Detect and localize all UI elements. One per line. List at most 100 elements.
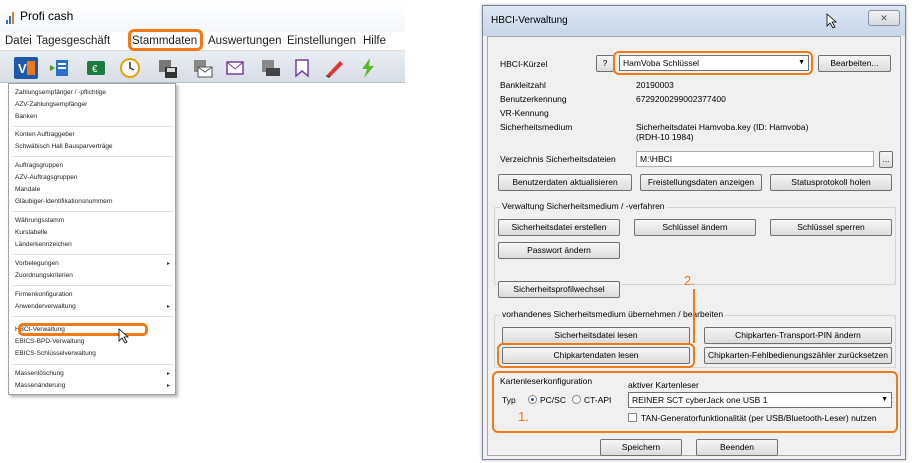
dropdown-separator	[13, 211, 173, 212]
schluessel-sperren-button[interactable]: Schlüssel sperren	[770, 219, 892, 236]
save-disk-icon[interactable]	[155, 57, 179, 79]
uebernehmen-group-title: vorhandenes Sicherheitsmedium übernehmen…	[500, 309, 726, 319]
mail-icon[interactable]	[190, 57, 214, 79]
ctapi-radio[interactable]	[572, 395, 581, 404]
dropdown-item-konten[interactable]: Konten Auftraggeber	[15, 131, 75, 138]
dropdown-item-massenloeschung[interactable]: Massenlöschung	[15, 370, 64, 377]
bankleitzahl-label: Bankleitzahl	[500, 80, 546, 90]
kuerzel-label: HBCI-Kürzel	[500, 59, 548, 69]
bankleitzahl-value: 20190003	[636, 80, 674, 90]
submenu-arrow-icon: ▸	[166, 304, 170, 310]
submenu-arrow-icon: ▸	[166, 371, 170, 377]
dropdown-item-anwenderverwaltung[interactable]: Anwenderverwaltung	[15, 303, 76, 310]
step-2-label: 2.	[684, 273, 695, 288]
menu-einstellungen[interactable]: Einstellungen	[287, 35, 356, 47]
dropdown-item-azv-empfaenger[interactable]: AZV-Zahlungsempfänger	[15, 101, 87, 108]
benutzerkennung-label: Benutzerkennung	[500, 94, 567, 104]
dropdown-separator	[13, 156, 173, 157]
vr-bank-icon[interactable]: V	[14, 57, 38, 79]
dropdown-item-glaeubiger[interactable]: Gläubiger-Identifikationsnummern	[15, 198, 113, 205]
vr-kennung-label: VR-Kennung	[500, 108, 549, 118]
bearbeiten-button[interactable]: Bearbeiten...	[818, 55, 891, 72]
chevron-down-icon: ▼	[881, 396, 888, 403]
dropdown-item-kurstabelle[interactable]: Kurstabelle	[15, 229, 48, 236]
hbci-verwaltung-dialog: HBCI-Verwaltung ✕ HBCI-Kürzel ? HamVoba …	[482, 5, 906, 460]
submenu-arrow-icon: ▸	[166, 261, 170, 267]
stammdaten-highlight	[128, 29, 203, 51]
menu-auswertungen[interactable]: Auswertungen	[208, 35, 282, 47]
verwaltung-group-title: Verwaltung Sicherheitsmedium / -verfahre…	[500, 201, 667, 211]
step-2-connector	[693, 289, 695, 343]
edit-pen-icon[interactable]	[322, 57, 346, 79]
menu-hilfe[interactable]: Hilfe	[363, 35, 386, 47]
benutzerdaten-button[interactable]: Benutzerdaten aktualisieren	[498, 174, 632, 191]
print-icon[interactable]	[258, 57, 282, 79]
app-title-bar: Profi cash	[0, 0, 405, 32]
mouse-cursor-icon	[826, 13, 838, 29]
dropdown-item-auftragsgruppen[interactable]: Auftragsgruppen	[15, 162, 63, 169]
beenden-button[interactable]: Beenden	[696, 439, 778, 456]
close-button[interactable]: ✕	[868, 10, 900, 26]
dropdown-item-mandate[interactable]: Mandate	[15, 186, 40, 193]
dropdown-item-azv-auftragsgruppen[interactable]: AZV-Auftragsgruppen	[15, 174, 78, 181]
sicherheitsprofilwechsel-button[interactable]: Sicherheitsprofilwechsel	[498, 281, 620, 298]
verzeichnis-field[interactable]: M:\HBCI	[636, 151, 874, 167]
pcsc-radio[interactable]	[528, 395, 537, 404]
kuerzel-highlight	[613, 51, 813, 75]
ctapi-label: CT-API	[584, 395, 612, 405]
freistellungsdaten-button[interactable]: Freistellungsdaten anzeigen	[640, 174, 762, 191]
typ-label: Typ	[502, 395, 516, 405]
dropdown-item-waehrung[interactable]: Währungsstamm	[15, 217, 64, 224]
clock-icon[interactable]	[118, 57, 142, 79]
dialog-title: HBCI-Verwaltung	[491, 15, 568, 26]
tan-generator-checkbox[interactable]	[628, 413, 637, 422]
dropdown-item-laenderkennzeichen[interactable]: Länderkennzeichen	[15, 241, 72, 248]
pcsc-label: PC/SC	[540, 395, 566, 405]
euro-icon[interactable]: €	[84, 57, 108, 79]
mouse-cursor-icon	[118, 328, 130, 344]
dropdown-item-massenaenderung[interactable]: Massenänderung	[15, 382, 65, 389]
flash-icon[interactable]	[356, 57, 380, 79]
envelope-icon[interactable]	[224, 57, 248, 79]
fehlbedienungszaehler-button[interactable]: Chipkarten-Fehlbedienungszähler zurückse…	[704, 347, 892, 364]
svg-text:V: V	[18, 61, 27, 76]
chipkartendaten-highlight	[497, 343, 695, 368]
aktiver-kartenleser-label: aktiver Kartenleser	[628, 380, 699, 390]
menu-datei[interactable]: Datei	[5, 35, 32, 47]
transport-pin-button[interactable]: Chipkarten-Transport-PIN ändern	[704, 327, 892, 344]
submenu-arrow-icon: ▸	[166, 383, 170, 389]
passwort-aendern-button[interactable]: Passwort ändern	[498, 242, 620, 259]
dropdown-item-firmenkonfiguration[interactable]: Firmenkonfiguration	[15, 291, 72, 298]
sicherheitsmedium-value-line2: (RDH-10 1984)	[636, 132, 694, 142]
dropdown-item-banken[interactable]: Banken	[15, 113, 37, 120]
dropdown-item-ebics-bpd[interactable]: EBICS-BPD-Verwaltung	[15, 338, 84, 345]
schluessel-aendern-button[interactable]: Schlüssel ändern	[634, 219, 756, 236]
browse-button[interactable]: ...	[879, 151, 893, 168]
transfer-icon[interactable]	[50, 57, 74, 79]
step-1-label: 1.	[518, 409, 529, 424]
help-button[interactable]: ?	[596, 55, 614, 72]
sicherheitsdatei-erstellen-button[interactable]: Sicherheitsdatei erstellen	[498, 219, 620, 236]
sicherheitsmedium-value: Sicherheitsdatei Hamvoba.key (ID: Hamvob…	[636, 122, 809, 132]
dropdown-item-zahlungsempfaenger[interactable]: Zahlungsempfänger / -pflichtige	[15, 89, 106, 96]
app-logo-icon	[6, 12, 16, 24]
dropdown-separator	[13, 285, 173, 286]
statusprotokoll-button[interactable]: Statusprotokoll holen	[770, 174, 892, 191]
dropdown-item-ebics-schluessel[interactable]: EBICS-Schlüsselverwaltung	[15, 350, 96, 357]
dropdown-item-vorbelegungen[interactable]: Vorbelegungen	[15, 260, 59, 267]
bookmark-icon[interactable]	[290, 57, 314, 79]
dropdown-item-zuordnung[interactable]: Zuordnungskriterien	[15, 272, 73, 279]
app-title: Profi cash	[20, 9, 74, 23]
menu-tagesgeschaeft[interactable]: Tagesgeschäft	[36, 35, 110, 47]
dialog-title-bar: HBCI-Verwaltung ✕	[483, 6, 905, 36]
kartenleser-select-value: REINER SCT cyberJack one USB 1	[632, 395, 768, 405]
sicherheitsdatei-lesen-button[interactable]: Sicherheitsdatei lesen	[502, 327, 690, 344]
dropdown-separator	[13, 254, 173, 255]
tan-generator-label: TAN-Generatorfunktionalität (per USB/Blu…	[641, 413, 877, 423]
benutzerkennung-value: 6729200299002377400	[636, 94, 726, 104]
dropdown-separator	[13, 126, 173, 127]
speichern-button[interactable]: Speichern	[600, 439, 682, 456]
dropdown-item-bauspar[interactable]: Schwäbisch Hall Bausparverträge	[15, 143, 113, 150]
kartenleser-select[interactable]: REINER SCT cyberJack one USB 1 ▼	[628, 392, 892, 408]
toolbar: V €	[0, 51, 405, 83]
